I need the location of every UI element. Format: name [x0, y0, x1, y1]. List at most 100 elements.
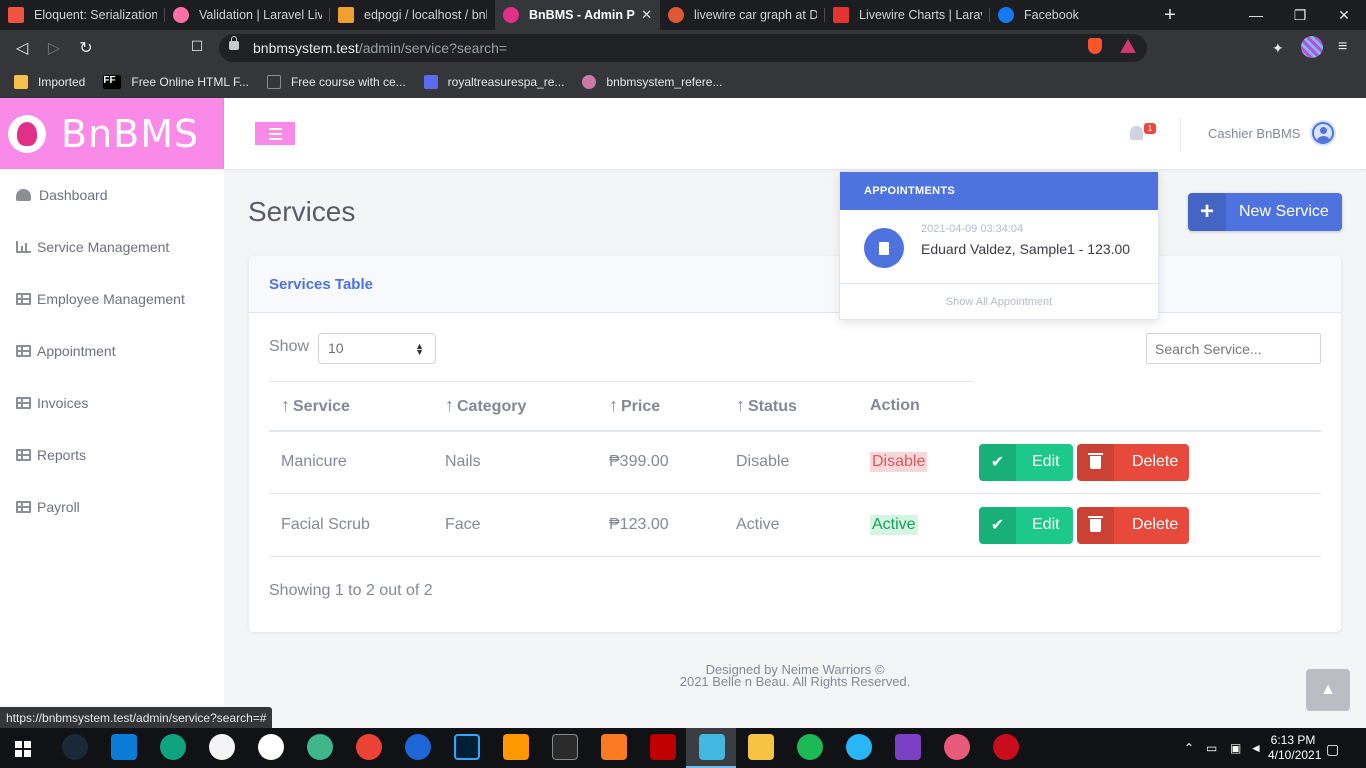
chatgpt-icon[interactable]	[160, 734, 186, 760]
edit-button[interactable]: ✔ Edit	[979, 443, 1073, 481]
opera-icon[interactable]	[993, 734, 1019, 760]
forward-icon[interactable]: ▷	[44, 38, 64, 58]
browser-tab-strip: Eloquent: Serialization - Validation | L…	[0, 0, 1366, 30]
chrome-icon[interactable]	[356, 734, 382, 760]
chevron-up-icon[interactable]: ⌃	[1184, 741, 1194, 755]
select-caret-icon: ▲ ▼	[415, 341, 424, 357]
bookmark-item[interactable]: FF Free Online HTML F...	[103, 75, 249, 89]
sidebar-item-payroll[interactable]: Payroll	[16, 499, 80, 515]
user-avatar-icon[interactable]	[1310, 120, 1336, 146]
top-navbar: 1 Cashier BnBMS	[224, 98, 1366, 169]
column-header-status[interactable]: ↑ Status	[724, 381, 858, 432]
sidebar-item-employee-management[interactable]: Employee Management	[16, 291, 185, 307]
column-header-service[interactable]: ↑ Service	[269, 381, 433, 432]
bookmark-item[interactable]: royaltreasurespa_re...	[423, 75, 564, 89]
browser-tab[interactable]: Livewire Charts | Laravel	[825, 0, 990, 30]
reload-icon[interactable]: ↻	[76, 38, 96, 58]
edit-button[interactable]: ✔ Edit	[979, 506, 1073, 544]
sidebar-item-dashboard[interactable]: Dashboard	[16, 187, 108, 203]
address-toolbar: ◁ ▷ ↻ ☐ bnbmsystem.test/admin/service?se…	[0, 30, 1366, 66]
brand-header[interactable]: BnBMS	[0, 98, 224, 169]
spotify-icon[interactable]	[797, 734, 823, 760]
brave-icon[interactable]	[944, 734, 970, 760]
notification-center-icon[interactable]: ▢	[1326, 741, 1339, 758]
per-page-select[interactable]: 10 ▲ ▼	[318, 333, 436, 364]
browser-menu-icon[interactable]: ≡	[1338, 38, 1347, 56]
sidebar-item-appointment[interactable]: Appointment	[16, 343, 116, 359]
restore-icon[interactable]: ❐	[1278, 0, 1322, 30]
photoshop-icon[interactable]	[454, 734, 480, 760]
window-controls: — ❐ ✕	[1234, 0, 1366, 30]
bell-icon[interactable]	[1130, 126, 1143, 140]
obs-icon[interactable]	[258, 734, 284, 760]
plus-icon: +	[1188, 193, 1226, 231]
search-service-input[interactable]	[1146, 333, 1321, 364]
edge-icon[interactable]	[846, 734, 872, 760]
appointment-text: Eduard Valdez, Sample1 - 123.00	[921, 241, 1131, 257]
cell-price: ₱123.00	[597, 493, 724, 557]
battery-icon[interactable]: ▭	[1206, 741, 1217, 755]
emoji-app-icon[interactable]	[209, 734, 235, 760]
browser-tab[interactable]: livewire car graph at Du	[660, 0, 825, 30]
user-name[interactable]: Cashier BnBMS	[1208, 126, 1300, 141]
delete-button[interactable]: Delete	[1077, 443, 1189, 481]
firefox-icon[interactable]	[405, 734, 431, 760]
browser-tab[interactable]: edpogi / localhost / bnb	[330, 0, 495, 30]
browser-tab[interactable]: Eloquent: Serialization -	[0, 0, 165, 30]
bookmark-icon[interactable]: ☐	[187, 38, 207, 55]
windows-start-icon[interactable]	[15, 741, 31, 757]
xampp-icon[interactable]	[601, 734, 627, 760]
filezilla-icon[interactable]	[650, 734, 676, 760]
sidebar-toggle-button[interactable]	[255, 122, 295, 145]
profile-avatar[interactable]	[1301, 36, 1323, 58]
show-all-appointments-link[interactable]: Show All Appointment	[840, 284, 1158, 308]
bookmark-item[interactable]: Imported	[14, 75, 85, 89]
brave-shield-icon[interactable]	[1088, 38, 1102, 54]
taskbar-clock[interactable]: 6:13 PM 4/10/2021	[1268, 733, 1321, 763]
column-header-category[interactable]: ↑ Category	[433, 381, 597, 432]
bookmark-item[interactable]: bnbmsystem_refere...	[582, 75, 722, 89]
file-explorer-icon[interactable]	[748, 734, 774, 760]
status-badge[interactable]: Disable	[870, 452, 928, 473]
column-header-action: Action	[858, 381, 974, 432]
column-header-price[interactable]: ↑ Price	[597, 381, 724, 432]
vscode-icon[interactable]	[111, 734, 137, 760]
cell-service: Manicure	[269, 430, 433, 494]
sidebar-item-invoices[interactable]: Invoices	[16, 395, 88, 411]
brave-rewards-icon[interactable]	[1120, 39, 1136, 53]
volume-icon[interactable]: ◄	[1250, 741, 1262, 755]
chart-area-icon	[16, 241, 31, 253]
close-window-icon[interactable]: ✕	[1322, 0, 1366, 30]
url-bar[interactable]: bnbmsystem.test/admin/service?search=	[219, 34, 1147, 62]
new-tab-button[interactable]: +	[1155, 0, 1185, 30]
steam-icon[interactable]	[62, 734, 88, 760]
sort-arrow-icon: ↑	[281, 395, 290, 416]
browser-tab-active[interactable]: BnBMS - Admin Pa ✕	[495, 0, 660, 30]
sidebar-item-service-management[interactable]: Service Management	[16, 239, 169, 255]
status-badge[interactable]: Active	[870, 515, 918, 535]
back-icon[interactable]: ◁	[12, 38, 32, 58]
extensions-icon[interactable]: ✦	[1272, 40, 1284, 57]
brand-logo-icon	[8, 114, 46, 153]
lock-icon	[229, 36, 239, 50]
browser-tab[interactable]: Facebook	[990, 0, 1155, 30]
sort-arrow-icon: ↑	[609, 395, 618, 416]
windows-taskbar: ⌃ ▭ ▣ ◄ 6:13 PM 4/10/2021 ▢	[0, 728, 1366, 768]
bookmarks-bar: Imported FF Free Online HTML F... Free co…	[0, 66, 1366, 98]
browser-tab[interactable]: Validation | Laravel Livev	[165, 0, 330, 30]
appointments-dropdown: APPOINTMENTS 2021-04-09 03:34:04 Eduard …	[839, 171, 1159, 320]
new-service-button[interactable]: + New Service	[1188, 193, 1342, 231]
appointment-item[interactable]: 2021-04-09 03:34:04 Eduard Valdez, Sampl…	[840, 210, 1158, 284]
scroll-to-top-button[interactable]: ▲	[1306, 669, 1350, 711]
network-icon[interactable]: ▣	[1230, 741, 1241, 755]
delete-button[interactable]: Delete	[1077, 506, 1189, 544]
app-icon[interactable]	[699, 734, 725, 760]
sublime-text-icon[interactable]	[503, 734, 529, 760]
minimize-icon[interactable]: —	[1234, 0, 1278, 30]
phpstorm-icon[interactable]	[895, 734, 921, 760]
sidebar-item-reports[interactable]: Reports	[16, 447, 86, 463]
close-tab-icon[interactable]: ✕	[641, 7, 652, 23]
terminal-icon[interactable]	[552, 734, 578, 760]
maps-icon[interactable]	[307, 734, 333, 760]
bookmark-item[interactable]: Free course with ce...	[266, 75, 406, 89]
